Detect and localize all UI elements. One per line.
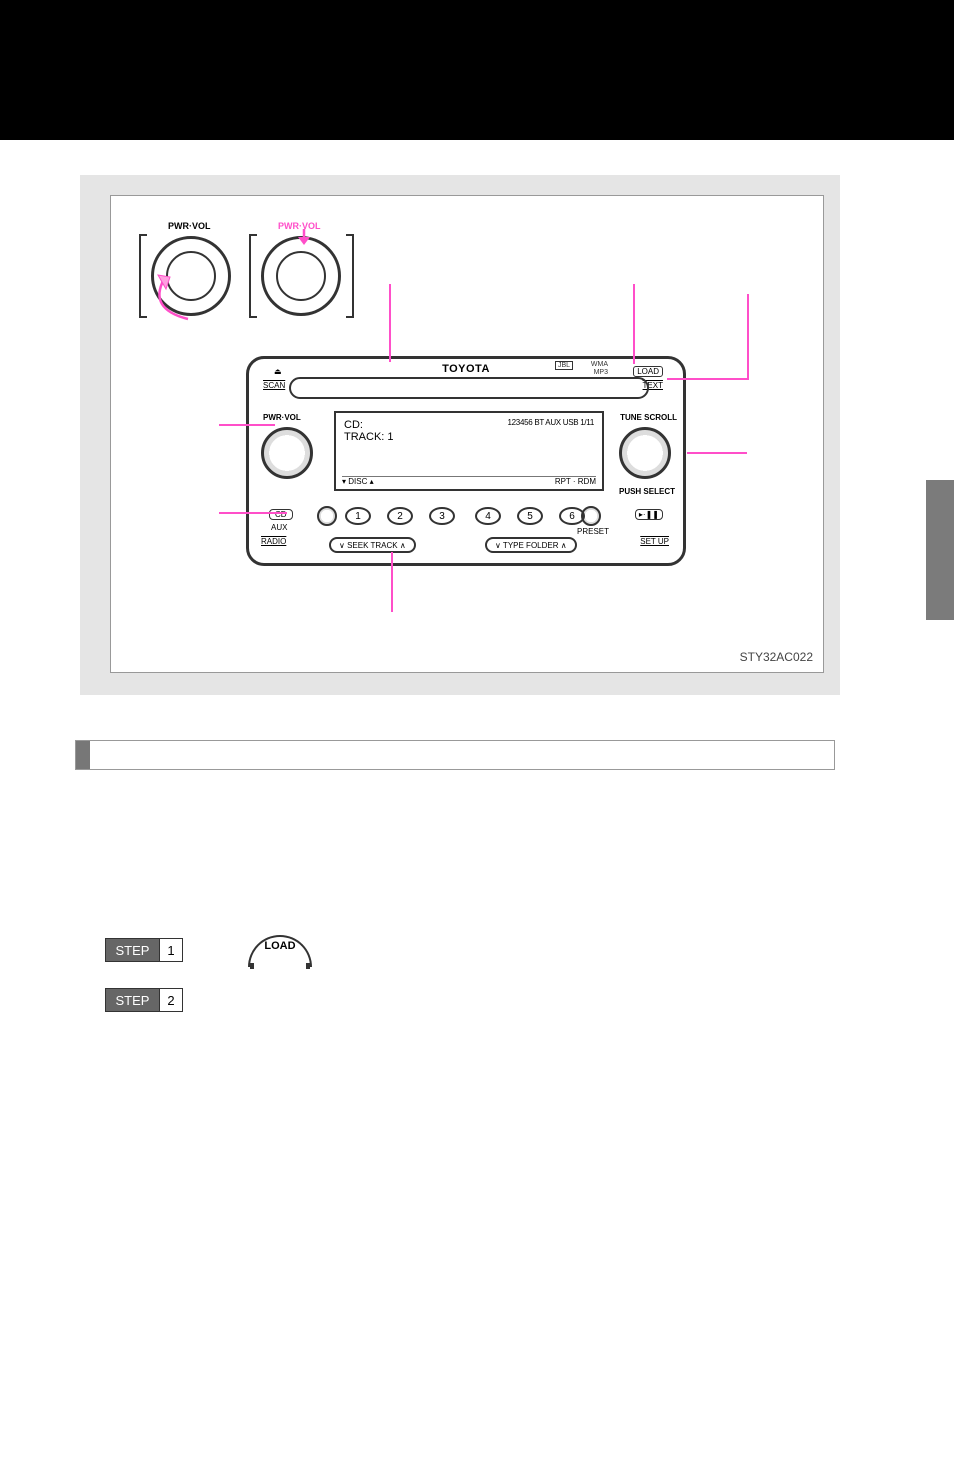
preset-6[interactable]: 6	[559, 507, 585, 525]
figure-panel: PWR·VOL PWR·VOL TOYOTA JBL WMA MP3 ⏏ SCA…	[80, 175, 840, 695]
figure-code: STY32AC022	[740, 650, 813, 664]
press-arrow-icon	[294, 229, 314, 247]
lcd-right-icons: 123456 BT AUX USB 1/11	[508, 419, 595, 431]
step-2-number: 2	[160, 988, 183, 1012]
load-button[interactable]: LOAD	[633, 366, 663, 377]
leader-line	[667, 378, 747, 380]
power-volume-knob[interactable]	[261, 427, 313, 479]
lcd-mode: CD:	[344, 419, 363, 431]
leader-line	[219, 512, 287, 514]
section-heading-stub	[76, 741, 90, 769]
setup-button[interactable]: SET UP	[640, 537, 669, 546]
preset-1[interactable]: 1	[345, 507, 371, 525]
tune-scroll-knob[interactable]	[619, 427, 671, 479]
preset-3[interactable]: 3	[429, 507, 455, 525]
brand-label: TOYOTA	[249, 363, 683, 375]
type-folder-button[interactable]: ∨ TYPE FOLDER ∧	[485, 537, 577, 553]
lcd-display: CD: 123456 BT AUX USB 1/11 TRACK: 1 ▾ DI…	[334, 411, 604, 491]
pwr-vol-label-main: PWR·VOL	[263, 413, 301, 422]
small-knob-left[interactable]	[317, 506, 337, 526]
leader-line	[633, 284, 635, 364]
lcd-track: TRACK: 1	[344, 431, 394, 443]
preset-5[interactable]: 5	[517, 507, 543, 525]
tune-scroll-label: TUNE SCROLL	[620, 413, 677, 422]
preset-label: PRESET	[577, 527, 609, 536]
seek-track-button[interactable]: ∨ SEEK TRACK ∧	[329, 537, 416, 553]
step-label: STEP	[105, 938, 160, 962]
leader-line	[747, 294, 749, 380]
lcd-disc-controls: ▾ DISC ▴	[342, 477, 374, 486]
step-label: STEP	[105, 988, 160, 1012]
mp3-badge: MP3	[594, 369, 608, 376]
leader-line	[389, 284, 391, 362]
lcd-rpt-rdm: RPT · RDM	[555, 477, 596, 486]
jbl-badge: JBL	[555, 361, 573, 370]
page-side-tab	[926, 480, 954, 620]
zoom-bracket-left	[139, 234, 147, 318]
turn-arrow-icon	[148, 273, 198, 329]
step-1-badge: STEP 1	[105, 938, 183, 962]
zoom-knob-press: PWR·VOL	[261, 236, 341, 316]
leader-line	[687, 452, 747, 454]
leader-line	[219, 424, 275, 426]
step-2-badge: STEP 2	[105, 988, 183, 1012]
page-header-black-bar	[0, 0, 954, 140]
radio-button[interactable]: RADIO	[261, 537, 286, 546]
zoom-bracket-mid	[249, 234, 257, 318]
pwr-vol-label: PWR·VOL	[168, 221, 211, 231]
cd-button[interactable]: CD	[269, 509, 293, 520]
cd-slot[interactable]	[289, 377, 649, 399]
push-select-label: PUSH SELECT	[619, 487, 675, 496]
section-heading-bar	[75, 740, 835, 770]
aux-button[interactable]: AUX	[271, 523, 287, 532]
load-button-text: LOAD	[264, 940, 295, 952]
load-button-illustration: LOAD	[248, 935, 312, 967]
leader-line	[391, 552, 393, 612]
figure-inner: PWR·VOL PWR·VOL TOYOTA JBL WMA MP3 ⏏ SCA…	[110, 195, 824, 673]
preset-2[interactable]: 2	[387, 507, 413, 525]
wma-badge: WMA	[591, 361, 608, 368]
step-1-number: 1	[160, 938, 183, 962]
scan-button[interactable]: SCAN	[263, 381, 285, 390]
zoom-bracket-right	[346, 234, 354, 318]
zoom-knob-power: PWR·VOL	[151, 236, 231, 316]
play-pause-button[interactable]: ▸·❚❚	[635, 509, 663, 520]
eject-icon[interactable]: ⏏	[274, 367, 282, 376]
preset-4[interactable]: 4	[475, 507, 501, 525]
car-audio-headunit: TOYOTA JBL WMA MP3 ⏏ SCAN LOAD TEXT PWR·…	[246, 356, 686, 566]
